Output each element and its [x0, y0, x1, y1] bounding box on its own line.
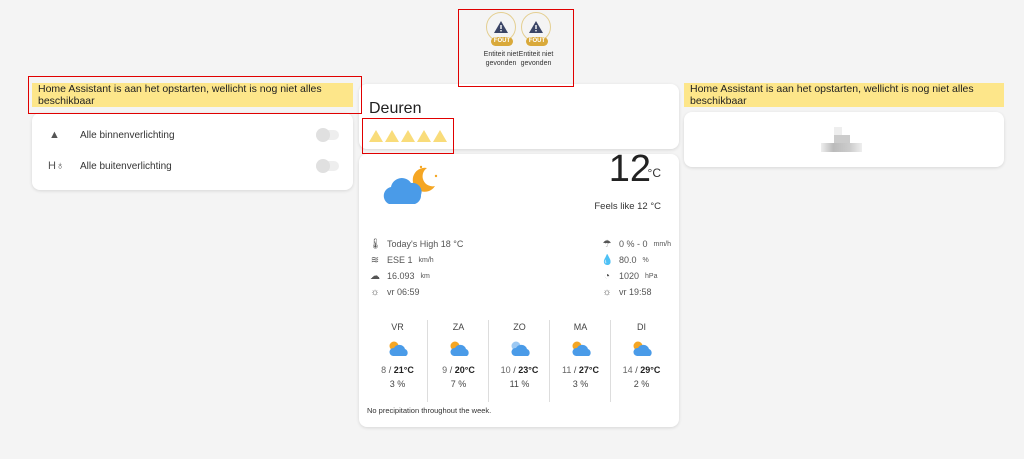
error-badge: FOUT [491, 37, 513, 46]
startup-warning: Home Assistant is aan het opstarten, wel… [32, 83, 353, 107]
warning-icon[interactable] [417, 130, 431, 142]
forecast-day-label: ZA [452, 322, 465, 332]
light-row-outdoor[interactable]: H♁ Alle buitenverlichting [32, 156, 353, 176]
error-label: Entiteit niet gevonden [518, 51, 554, 67]
warning-icon[interactable] [433, 130, 447, 142]
sunset-icon: ☼ [602, 286, 612, 298]
attr-pressure: ◔ 1020 hPa [601, 268, 658, 284]
forecast-low: 14 [622, 365, 633, 375]
temperature-unit: °C [647, 166, 661, 180]
startup-warning-right: Home Assistant is aan het opstarten, wel… [684, 83, 1004, 107]
outdoor-lamp-icon: H♁ [48, 160, 65, 172]
ceiling-light-icon: ▲ [49, 129, 60, 141]
light-toggle[interactable] [316, 128, 339, 142]
light-row-indoor[interactable]: ▲ Alle binnenverlichting [32, 125, 353, 145]
error-badge: FOUT [526, 37, 548, 46]
cloudy-icon [510, 341, 530, 356]
visibility-icon: ☁ [370, 270, 380, 282]
error-entity-1[interactable]: FOUT Entiteit niet gevonden [481, 12, 521, 68]
door-warnings [369, 130, 449, 142]
warning-icon [529, 21, 543, 33]
doors-card: Deuren [359, 84, 679, 149]
forecast-day-label: MA [573, 322, 588, 332]
forecast-day: VR 8 / 21°C 3 % [367, 320, 428, 402]
light-label: Alle binnenverlichting [80, 129, 175, 141]
humidity-icon: 💧 [601, 254, 614, 266]
forecast-high: 23°C [518, 365, 539, 375]
forecast-precip: 11 % [509, 379, 530, 389]
forecast-day: DI 14 / 29°C 2 % [611, 320, 672, 389]
attr-high: 🌡 Today's High 18 °C [369, 238, 464, 250]
forecast-summary: No precipitation throughout the week. [367, 406, 492, 415]
wind-icon: ≋ [370, 254, 380, 266]
forecast-high: 21°C [393, 365, 414, 375]
forecast-high: 20°C [454, 365, 475, 375]
error-entity-2[interactable]: FOUT Entiteit niet gevonden [516, 12, 556, 68]
attr-sunrise: ☼ vr 06:59 [370, 286, 420, 298]
warning-icon[interactable] [385, 130, 399, 142]
forecast-precip: 7 % [450, 379, 467, 389]
forecast-day: ZA 9 / 20°C 7 % [428, 320, 489, 402]
partly-sunny-icon [388, 341, 408, 356]
loading-card [684, 112, 1004, 167]
forecast-high: 27°C [578, 365, 599, 375]
forecast-day-label: VR [391, 322, 404, 332]
forecast-low: 9 [442, 365, 448, 375]
forecast-day: MA 11 / 27°C 3 % [550, 320, 611, 402]
attr-wind: ≋ ESE 1 km/h [370, 254, 434, 266]
partly-cloudy-night-icon [383, 165, 438, 204]
pressure-icon: ◔ [603, 270, 611, 282]
light-toggle[interactable] [316, 159, 339, 173]
warning-icon [494, 21, 508, 33]
light-label: Alle buitenverlichting [80, 160, 172, 172]
forecast-high: 29°C [640, 365, 661, 375]
lights-card: ▲ Alle binnenverlichting H♁ Alle buitenv… [32, 113, 353, 190]
current-temperature: 12 [608, 148, 651, 190]
forecast-day-label: DI [637, 322, 646, 332]
partly-sunny-icon [449, 341, 469, 356]
doors-title: Deuren [369, 100, 422, 117]
loading-placeholder-icon [834, 127, 842, 135]
partly-sunny-icon [632, 341, 652, 356]
forecast-precip: 3 % [389, 379, 406, 389]
rain-icon: ☂ [602, 238, 612, 250]
sunrise-icon: ☼ [370, 286, 380, 298]
forecast-precip: 3 % [572, 379, 589, 389]
partly-sunny-icon [571, 341, 591, 356]
thermometer-icon: 🌡 [369, 238, 382, 250]
warning-icon[interactable] [401, 130, 415, 142]
forecast-day: ZO 10 / 23°C 11 % [489, 320, 550, 402]
forecast-day-label: ZO [513, 322, 526, 332]
warning-icon[interactable] [369, 130, 383, 142]
feels-like: Feels like 12 °C [594, 201, 661, 212]
forecast-precip: 2 % [633, 379, 650, 389]
forecast-low: 10 [500, 365, 511, 375]
forecast-low: 8 [381, 365, 387, 375]
forecast-low: 11 [562, 365, 572, 375]
attr-sunset: ☼ vr 19:58 [602, 286, 652, 298]
error-label: Entiteit niet gevonden [483, 51, 519, 67]
attr-humidity: 💧 80.0% [601, 254, 649, 266]
attr-visibility: ☁ 16.093 km [370, 270, 430, 282]
attr-precipitation: ☂ 0 % - 0 mm/h [602, 238, 672, 250]
